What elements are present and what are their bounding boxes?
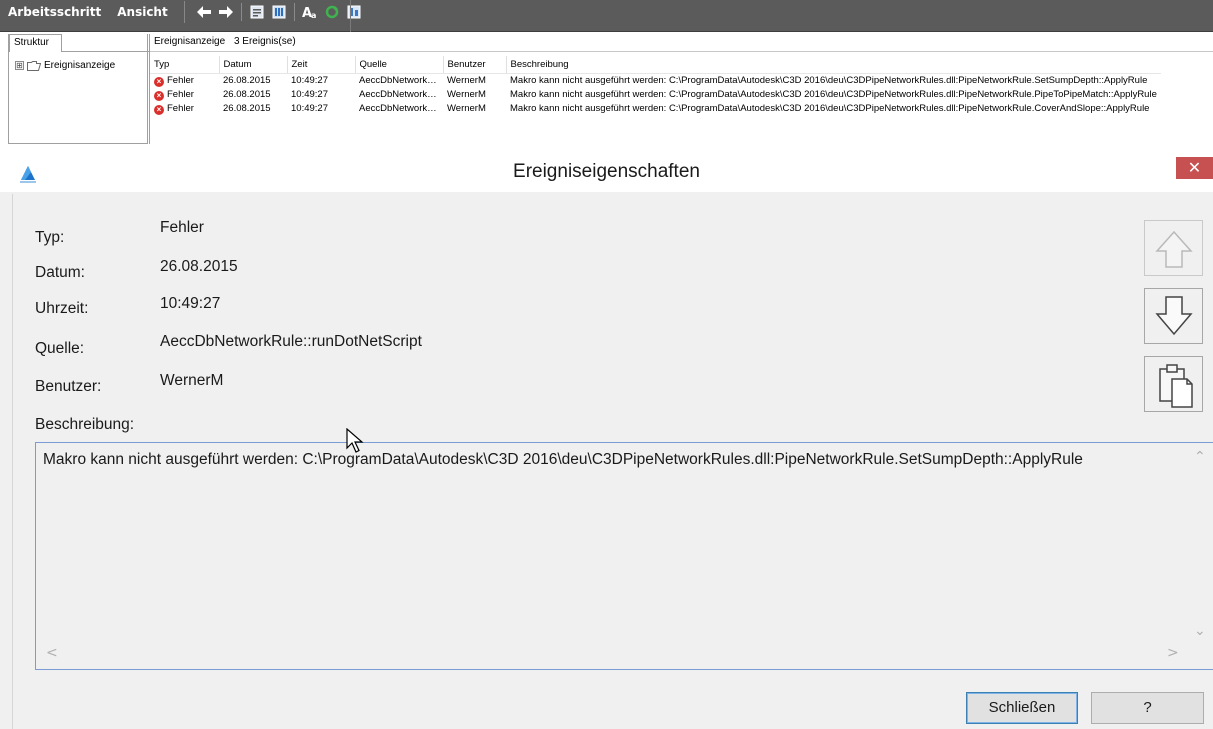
- cell-zeit: 10:49:27: [291, 74, 328, 86]
- cell-typ: × Fehler: [150, 87, 219, 101]
- label-benutzer: Benutzer:: [35, 378, 102, 395]
- events-table: Typ Datum Zeit Quelle Benutzer Beschreib…: [150, 56, 1161, 115]
- scroll-left-icon[interactable]: <: [46, 645, 58, 661]
- cell-zeit: 10:49:27: [291, 88, 328, 100]
- event-count: 3 Ereignis(se): [233, 36, 296, 47]
- tree-expand-icon[interactable]: ⊞: [15, 61, 24, 70]
- column-header-quelle[interactable]: Quelle: [355, 56, 444, 74]
- cell-quelle: AeccDbNetwork…: [359, 102, 437, 114]
- cell-datum: 26.08.2015: [223, 102, 271, 114]
- cell-benutzer: WernerM: [447, 74, 486, 86]
- tab-struktur[interactable]: Struktur: [9, 34, 62, 52]
- svg-text:a: a: [311, 11, 316, 19]
- error-icon: ×: [154, 90, 164, 101]
- value-benutzer: WernerM: [160, 372, 224, 389]
- table-row[interactable]: × Fehler 26.08.2015 10:49:27 AeccDbNetwor…: [150, 73, 1161, 87]
- toolbar-separator: [293, 2, 295, 21]
- help-button[interactable]: ?: [1091, 692, 1204, 724]
- cell-datum: 26.08.2015: [223, 88, 271, 100]
- tree-item-label: Ereignisanzeige: [44, 60, 116, 71]
- value-quelle: AeccDbNetworkRule::runDotNetScript: [160, 333, 422, 350]
- clipboard-icon: [1159, 364, 1193, 408]
- label-typ: Typ:: [35, 229, 65, 246]
- error-icon: ×: [154, 76, 164, 87]
- cell-datum: 26.08.2015: [223, 74, 271, 86]
- cell-benutzer: WernerM: [447, 102, 486, 114]
- down-arrow-icon: [1155, 296, 1193, 336]
- event-list-header: Ereignisanzeige 3 Ereignis(se): [150, 34, 1213, 52]
- column-header-beschreibung[interactable]: Beschreibung: [506, 56, 1161, 74]
- dialog-titlebar[interactable]: Ereigniseigenschaften ✕: [0, 152, 1213, 192]
- label-uhrzeit: Uhrzeit:: [35, 300, 89, 317]
- cell-quelle: AeccDbNetwork…: [359, 88, 437, 100]
- cell-beschreibung: Makro kann nicht ausgeführt werden: C:\P…: [510, 74, 1148, 86]
- tab-underline: [61, 51, 149, 52]
- description-textarea[interactable]: Makro kann nicht ausgeführt werden: C:\P…: [35, 442, 1213, 670]
- label-beschreibung: Beschreibung:: [35, 416, 135, 433]
- column-header-benutzer[interactable]: Benutzer: [443, 56, 507, 74]
- next-event-button[interactable]: [1144, 288, 1203, 344]
- previous-event-button[interactable]: [1144, 220, 1203, 276]
- value-uhrzeit: 10:49:27: [160, 295, 221, 312]
- menu-divider: [350, 0, 351, 32]
- list-view-icon[interactable]: [271, 4, 287, 20]
- copy-to-clipboard-button[interactable]: [1144, 356, 1203, 412]
- filter-icon[interactable]: [346, 4, 362, 20]
- refresh-icon[interactable]: [324, 4, 340, 20]
- column-header-typ[interactable]: Typ: [150, 56, 220, 74]
- structure-panel: Struktur ⊞ Ereignisanzeige: [8, 34, 149, 144]
- menu-arbeitsschritt[interactable]: Arbeitsschritt: [0, 1, 109, 23]
- toolbar: Aa: [183, 0, 365, 23]
- scroll-down-icon[interactable]: ⌄: [1194, 623, 1206, 639]
- up-arrow-icon: [1155, 230, 1193, 268]
- table-row[interactable]: × Fehler 26.08.2015 10:49:27 AeccDbNetwor…: [150, 87, 1161, 101]
- cell-typ-text: Fehler: [167, 74, 194, 86]
- dialog-title: Ereigniseigenschaften: [513, 161, 700, 182]
- cell-beschreibung: Makro kann nicht ausgeführt werden: C:\P…: [510, 102, 1150, 114]
- column-header-zeit[interactable]: Zeit: [287, 56, 356, 74]
- mouse-pointer-icon: [346, 428, 364, 453]
- error-icon: ×: [154, 104, 164, 115]
- column-header-datum[interactable]: Datum: [219, 56, 288, 74]
- event-viewer-window: Arbeitsschritt Ansicht Aa Struktur ⊞ Ere…: [0, 0, 1213, 146]
- dialog-body: Typ: Fehler Datum: 26.08.2015 Uhrzeit: 1…: [12, 194, 1213, 729]
- cell-typ: × Fehler: [150, 101, 219, 115]
- folder-icon: [27, 60, 42, 71]
- value-datum: 26.08.2015: [160, 258, 238, 275]
- properties-icon[interactable]: [249, 4, 265, 20]
- event-list-panel: Ereignisanzeige 3 Ereignis(se) Typ Datum…: [149, 34, 1213, 146]
- font-icon[interactable]: Aa: [302, 4, 318, 20]
- menu-ansicht[interactable]: Ansicht: [109, 1, 181, 23]
- label-quelle: Quelle:: [35, 340, 85, 357]
- cell-typ: × Fehler: [150, 73, 219, 87]
- scroll-right-icon[interactable]: >: [1167, 645, 1179, 661]
- toolbar-separator: [240, 2, 242, 21]
- cell-typ-text: Fehler: [167, 88, 194, 100]
- forward-arrow-icon[interactable]: [218, 4, 234, 20]
- cell-benutzer: WernerM: [447, 88, 486, 100]
- value-typ: Fehler: [160, 219, 204, 236]
- label-datum: Datum:: [35, 264, 85, 281]
- description-text: Makro kann nicht ausgeführt werden: C:\P…: [43, 451, 1083, 468]
- scroll-up-icon[interactable]: ⌃: [1194, 449, 1206, 465]
- back-arrow-icon[interactable]: [196, 4, 212, 20]
- cell-typ-text: Fehler: [167, 102, 194, 114]
- tree-item-ereignisanzeige[interactable]: ⊞ Ereignisanzeige: [15, 60, 115, 71]
- table-header-row: Typ Datum Zeit Quelle Benutzer Beschreib…: [150, 56, 1161, 74]
- cell-quelle: AeccDbNetwork…: [359, 74, 437, 86]
- menu-bar: Arbeitsschritt Ansicht Aa: [0, 0, 1213, 32]
- cell-beschreibung: Makro kann nicht ausgeführt werden: C:\P…: [510, 88, 1157, 100]
- event-properties-dialog: Ereigniseigenschaften ✕ Typ: Fehler Datu…: [0, 152, 1213, 729]
- close-button[interactable]: Schließen: [966, 692, 1078, 724]
- event-list-title: Ereignisanzeige: [154, 36, 226, 47]
- cell-zeit: 10:49:27: [291, 102, 328, 114]
- table-row[interactable]: × Fehler 26.08.2015 10:49:27 AeccDbNetwor…: [150, 101, 1161, 115]
- close-icon[interactable]: ✕: [1176, 157, 1213, 179]
